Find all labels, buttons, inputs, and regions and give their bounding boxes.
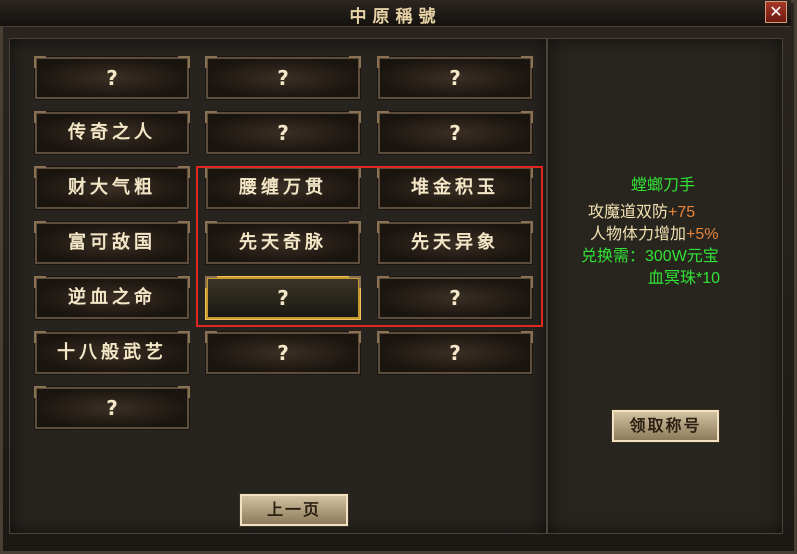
title-slot[interactable]: 腰缠万贯 <box>205 166 361 210</box>
detail-cost-item: 血冥珠*10 <box>648 270 721 287</box>
title-slot-selected[interactable]: ? <box>205 276 361 320</box>
title-slot[interactable]: ? <box>377 56 533 100</box>
attr-stamina-label: 人物体力增加 <box>590 226 687 243</box>
detail-attr-stamina: 人物体力增加+5% <box>590 225 718 245</box>
attr-defense-label: 攻魔道双防 <box>588 204 669 221</box>
title-slot[interactable]: 先天奇脉 <box>205 221 361 265</box>
title-slot[interactable]: 十八般武艺 <box>34 331 190 375</box>
title-slot[interactable]: 堆金积玉 <box>377 166 533 210</box>
title-slot[interactable]: 先天异象 <box>377 221 533 265</box>
title-bar: 中原稱號 ✕ <box>0 0 791 27</box>
title-slot[interactable]: ? <box>34 56 190 100</box>
title-slot[interactable]: ? <box>205 56 361 100</box>
title-slot[interactable]: 逆血之命 <box>34 276 190 320</box>
attr-stamina-value: +5% <box>686 226 719 243</box>
title-slot[interactable]: 传奇之人 <box>34 111 190 155</box>
title-slot[interactable]: ? <box>377 331 533 375</box>
prev-page-button[interactable]: 上一页 <box>239 493 349 527</box>
claim-title-button[interactable]: 领取称号 <box>611 409 720 443</box>
detail-attr-defense: 攻魔道双防+75 <box>588 203 695 223</box>
window-title: 中原稱號 <box>349 7 442 27</box>
title-slot[interactable]: ? <box>34 386 190 430</box>
title-slot[interactable]: 富可敌国 <box>34 221 190 265</box>
title-slot[interactable]: ? <box>205 111 361 155</box>
detail-cost: 兑换需：300W元宝 <box>581 248 719 265</box>
title-slot[interactable]: ? <box>377 111 533 155</box>
detail-title-name: 螳螂刀手 <box>630 177 695 194</box>
title-slot[interactable]: 财大气粗 <box>34 166 190 210</box>
title-slot[interactable]: ? <box>377 276 533 320</box>
title-slot[interactable]: ? <box>205 331 361 375</box>
attr-defense-value: +75 <box>668 204 696 221</box>
close-button[interactable]: ✕ <box>765 1 787 23</box>
